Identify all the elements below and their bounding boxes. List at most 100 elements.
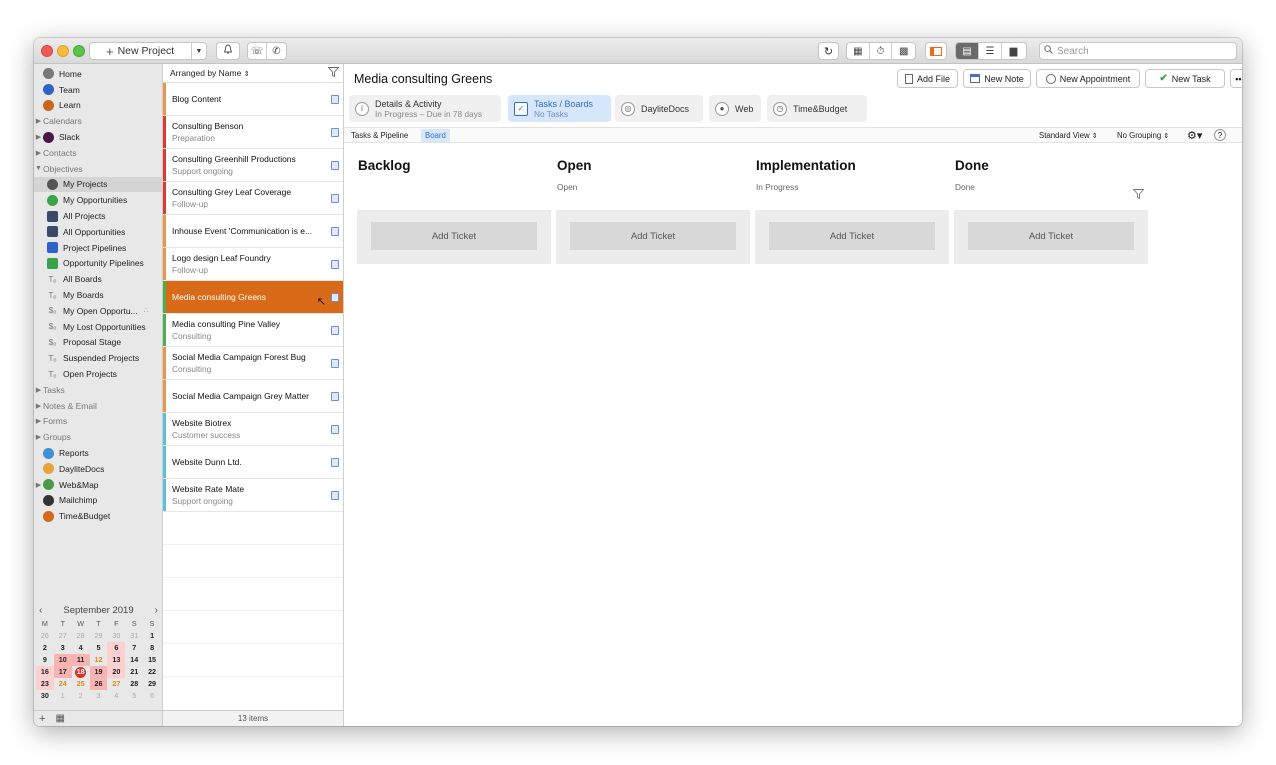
calendar-day[interactable]: 29 xyxy=(90,630,108,642)
calendar-day[interactable]: 15 xyxy=(143,654,161,666)
sidebar-item-learn[interactable]: Learn xyxy=(34,98,163,114)
triangle-right-icon[interactable]: ▶ xyxy=(34,402,43,410)
sidebar-section-notes-email[interactable]: ▶ Notes & Email xyxy=(34,398,163,414)
split-view-icon[interactable]: ▤ xyxy=(956,43,979,59)
document-icon[interactable] xyxy=(331,326,339,335)
filter-icon[interactable] xyxy=(1132,186,1145,204)
calendar-day[interactable]: 1 xyxy=(143,630,161,642)
calendar-day[interactable]: 24 xyxy=(54,678,72,690)
calendar-day[interactable]: 22 xyxy=(143,666,161,678)
sidebar-item-project-pipelines[interactable]: Project Pipelines xyxy=(34,240,163,256)
triangle-right-icon[interactable]: ▶ xyxy=(34,117,43,125)
calendar-day[interactable]: 6 xyxy=(107,642,126,654)
sidebar-item-daylitedocs[interactable]: DayliteDocs xyxy=(34,461,163,477)
minimize-window-button[interactable] xyxy=(57,45,69,57)
document-icon[interactable] xyxy=(331,227,339,236)
sidebar-item-mailchimp[interactable]: Mailchimp xyxy=(34,493,163,509)
calendar-day[interactable]: 26 xyxy=(89,678,108,690)
chevron-left-icon[interactable]: ‹ xyxy=(39,605,42,616)
calendar-day[interactable]: 27 xyxy=(54,630,72,642)
notifications-button[interactable] xyxy=(216,42,240,60)
sidebar-item-my-boards[interactable]: Tₒ My Boards xyxy=(34,287,163,303)
new-task-button[interactable]: ✔ New Task xyxy=(1145,69,1225,88)
grouping-selector[interactable]: No Grouping ⇕ xyxy=(1117,131,1169,140)
list-item[interactable]: Consulting Greenhill Productions Support … xyxy=(163,149,343,182)
sidebar-item-open-projects[interactable]: Tₒ Open Projects xyxy=(34,366,163,382)
calendar-day[interactable]: 18 xyxy=(72,666,90,678)
search-field[interactable]: Search xyxy=(1039,42,1237,60)
gear-icon[interactable]: ⚙▾ xyxy=(1187,129,1202,142)
calendar-day[interactable]: 23 xyxy=(36,678,54,690)
tab-daylitedocs[interactable]: ◎ DayliteDocs xyxy=(615,95,703,122)
calendar-day[interactable]: 3 xyxy=(54,642,72,654)
new-appointment-button[interactable]: New Appointment xyxy=(1036,69,1140,88)
triangle-right-icon[interactable]: ▶ xyxy=(34,149,43,157)
list-item[interactable]: Social Media Campaign Forest Bug Consulti… xyxy=(163,347,343,380)
document-icon[interactable] xyxy=(331,95,339,104)
tab-web[interactable]: ● Web xyxy=(709,95,761,122)
sidebar-item-web-map[interactable]: ▶ Web&Map xyxy=(34,477,163,493)
calendar-day[interactable]: 5 xyxy=(125,690,143,702)
document-icon[interactable] xyxy=(331,128,339,137)
tab-board[interactable]: Board xyxy=(421,129,450,142)
calendar-day[interactable]: 28 xyxy=(125,678,143,690)
sidebar-item-all-projects[interactable]: All Projects xyxy=(34,208,163,224)
list-item[interactable]: Social Media Campaign Grey Matter xyxy=(163,380,343,413)
sidebar-item-my-lost-opportunities[interactable]: $ₒ My Lost Opportunities xyxy=(34,319,163,335)
list-item[interactable]: Consulting Benson Preparation xyxy=(163,116,343,149)
document-icon[interactable] xyxy=(331,392,339,401)
sidebar-item-slack[interactable]: ▶ Slack xyxy=(34,129,163,145)
calendar-day[interactable]: 10 xyxy=(53,654,72,666)
triangle-right-icon[interactable]: ▶ xyxy=(34,433,43,441)
tab-time-budget[interactable]: ◷ Time&Budget xyxy=(767,95,867,122)
sidebar-section-groups[interactable]: ▶ Groups xyxy=(34,429,163,445)
chevron-right-icon[interactable]: › xyxy=(155,605,158,616)
document-icon[interactable] xyxy=(331,425,339,434)
document-icon[interactable] xyxy=(331,458,339,467)
sidebar-item-all-opportunities[interactable]: All Opportunities xyxy=(34,224,163,240)
more-button[interactable]: ••• xyxy=(1230,69,1242,88)
calendar-toggle-icon[interactable]: ▦ xyxy=(55,713,64,724)
document-icon[interactable] xyxy=(331,260,339,269)
calendar-day[interactable]: 26 xyxy=(36,630,54,642)
help-button[interactable]: ? xyxy=(1214,129,1226,141)
filter-icon[interactable] xyxy=(327,67,340,79)
calendar-day[interactable]: 14 xyxy=(125,654,143,666)
sidebar-item-my-opportunities[interactable]: My Opportunities xyxy=(34,192,163,208)
toggle-sidebar-button[interactable] xyxy=(925,42,947,60)
sidebar-section-objectives[interactable]: ▼ Objectives xyxy=(34,161,163,177)
list-item[interactable]: Logo design Leaf Foundry Follow-up xyxy=(163,248,343,281)
calendar-day[interactable]: 4 xyxy=(107,690,125,702)
calendar-day[interactable]: 7 xyxy=(125,642,143,654)
document-icon[interactable] xyxy=(331,491,339,500)
list-item[interactable]: Website Biotrex Customer success xyxy=(163,413,343,446)
calendar-day[interactable]: 29 xyxy=(143,678,161,690)
calendar-day[interactable]: 6 xyxy=(143,690,161,702)
add-ticket-button[interactable]: Add Ticket xyxy=(968,222,1134,250)
sidebar-item-my-open-opportu[interactable]: $ₒ My Open Opportu... ∴ xyxy=(34,303,163,319)
zoom-window-button[interactable] xyxy=(73,45,85,57)
list-item[interactable]: Website Dunn Ltd. xyxy=(163,446,343,479)
calendar-day[interactable]: 12 xyxy=(90,654,108,666)
sidebar-item-all-boards[interactable]: Tₒ All Boards xyxy=(34,271,163,287)
calendar-day[interactable]: 31 xyxy=(125,630,143,642)
document-icon[interactable] xyxy=(331,161,339,170)
add-icon[interactable]: + xyxy=(39,713,45,725)
add-file-button[interactable]: Add File xyxy=(897,69,958,88)
add-ticket-button[interactable]: Add Ticket xyxy=(371,222,537,250)
calendar-day[interactable]: 30 xyxy=(107,630,125,642)
calendar-day[interactable]: 20 xyxy=(107,666,126,678)
view-selector[interactable]: Standard View ⇕ xyxy=(1039,131,1098,140)
triangle-right-icon[interactable]: ▶ xyxy=(34,417,43,425)
list-item[interactable]: Inhouse Event 'Communication is e... xyxy=(163,215,343,248)
calendar-day[interactable]: 3 xyxy=(90,690,108,702)
add-ticket-button[interactable]: Add Ticket xyxy=(570,222,736,250)
list-item[interactable]: Blog Content xyxy=(163,83,343,116)
calendar-day[interactable]: 4 xyxy=(72,642,90,654)
new-note-button[interactable]: New Note xyxy=(963,69,1031,88)
calendar-day[interactable]: 1 xyxy=(54,690,72,702)
document-icon[interactable] xyxy=(331,359,339,368)
calendar-day[interactable]: 2 xyxy=(72,690,90,702)
tab-tasks-pipeline[interactable]: Tasks & Pipeline xyxy=(351,131,408,140)
triangle-right-icon[interactable]: ▶ xyxy=(34,386,43,394)
